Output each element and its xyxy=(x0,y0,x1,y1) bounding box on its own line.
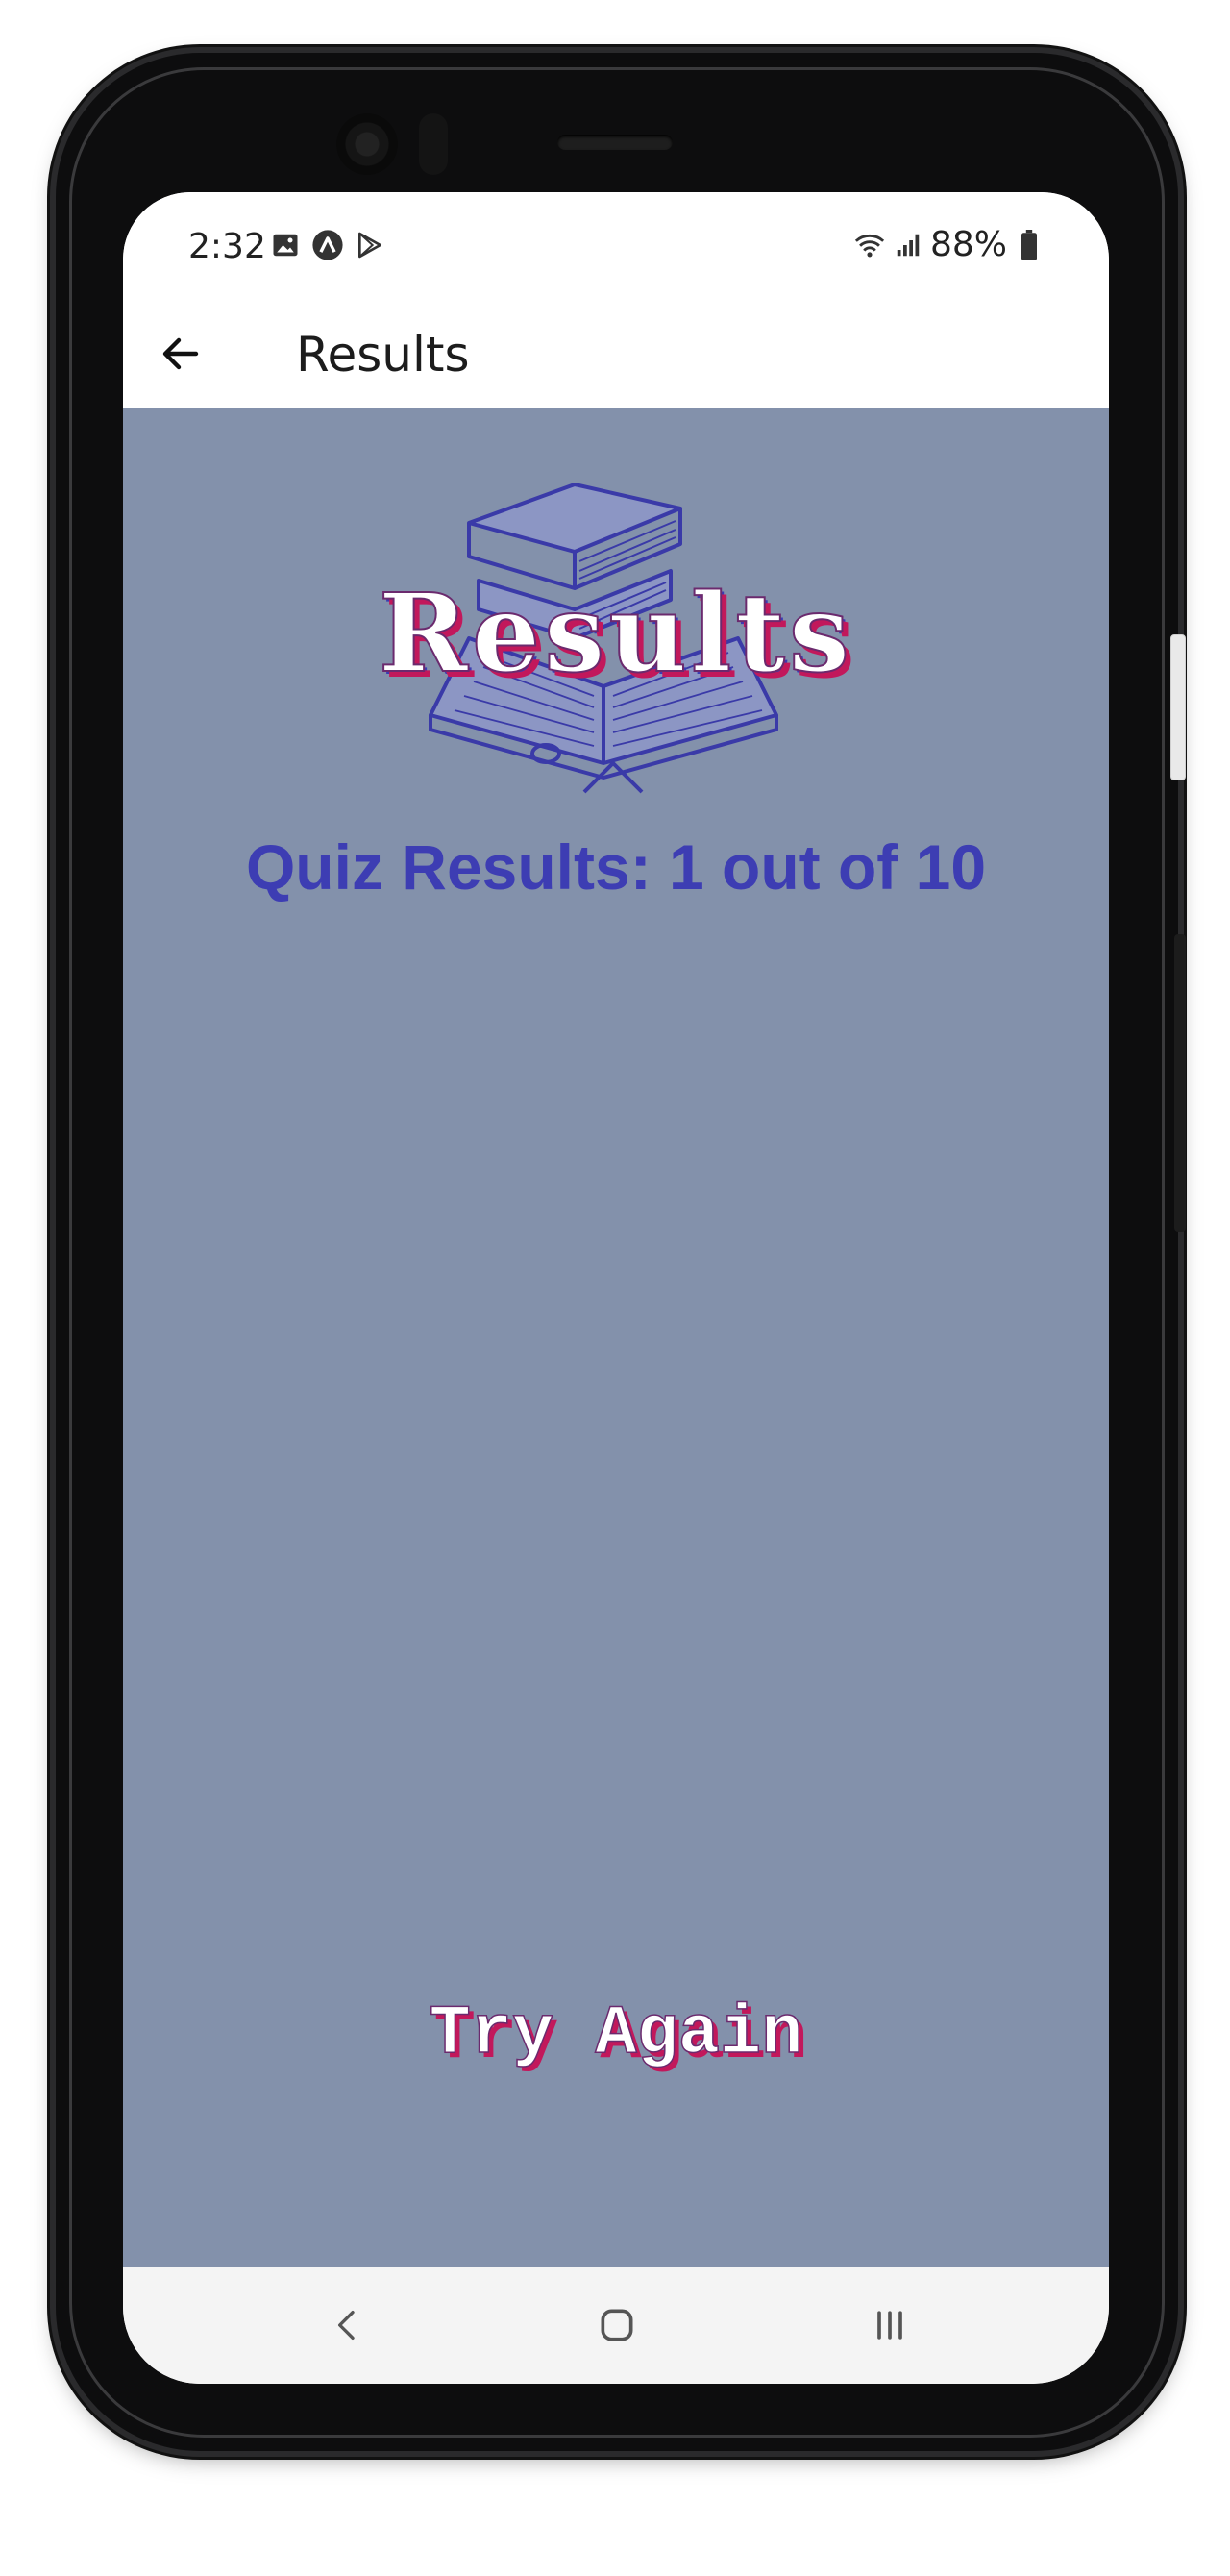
system-status-icons: 88% xyxy=(853,225,1046,264)
device-mockup: 2:32 88% Results Results Quiz Results: 1… xyxy=(0,0,1230,2576)
results-logo-text: Results xyxy=(378,570,854,698)
results-content: Results Quiz Results: 1 out of 10 Try Ag… xyxy=(123,408,1109,2267)
battery-icon xyxy=(1013,229,1046,261)
screen: 2:32 88% Results Results Quiz Results: 1… xyxy=(123,192,1109,2384)
volume-button xyxy=(1170,634,1186,780)
quiz-score-text: Quiz Results: 1 out of 10 xyxy=(245,831,987,903)
back-nav-icon xyxy=(338,2311,355,2340)
arrow-left-icon xyxy=(162,337,199,370)
battery-percentage: 88% xyxy=(929,225,1007,264)
recents-nav-button[interactable] xyxy=(861,2296,919,2354)
status-bar: 2:32 88% xyxy=(123,192,1109,300)
back-button[interactable] xyxy=(152,325,209,383)
recents-nav-icon xyxy=(877,2311,902,2340)
signal-icon xyxy=(892,229,924,261)
wifi-icon xyxy=(853,229,886,261)
home-nav-icon xyxy=(601,2309,633,2341)
power-button xyxy=(1174,934,1186,1232)
gallery-icon xyxy=(269,229,302,261)
app-a-icon xyxy=(311,229,344,261)
try-again-button[interactable]: Try Again xyxy=(123,1994,1109,2074)
system-navigation-bar xyxy=(123,2267,1109,2384)
home-nav-button[interactable] xyxy=(588,2296,646,2354)
app-bar: Results xyxy=(123,300,1109,408)
proximity-sensor xyxy=(419,113,448,175)
front-camera xyxy=(336,113,398,175)
notification-icons xyxy=(269,229,386,261)
play-store-icon xyxy=(354,229,386,261)
back-nav-button[interactable] xyxy=(319,2296,377,2354)
earpiece-speaker xyxy=(557,135,673,150)
page-title: Results xyxy=(296,327,470,383)
status-time: 2:32 xyxy=(188,227,266,266)
